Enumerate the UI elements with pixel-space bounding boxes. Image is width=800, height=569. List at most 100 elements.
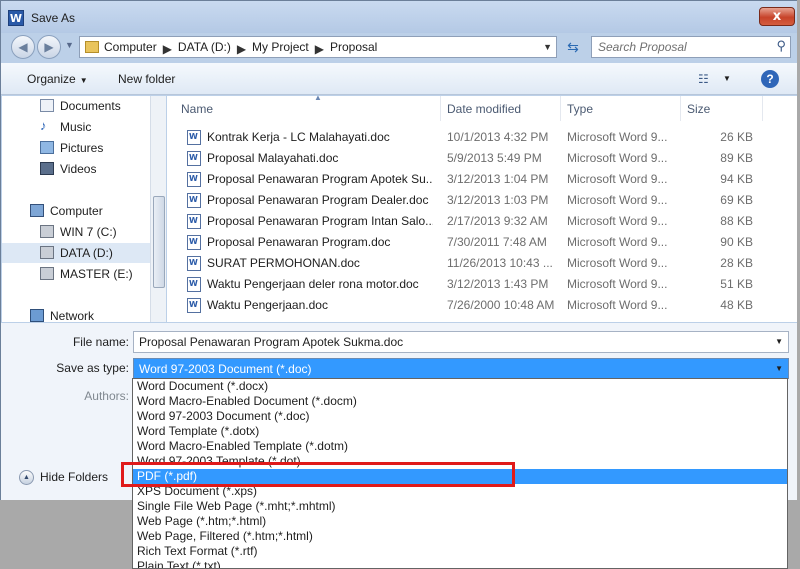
navigation-pane: Documents ♪ Music Pictures Videos Comput… bbox=[2, 96, 150, 322]
file-size: 28 KB bbox=[720, 256, 753, 270]
arrow-left-icon: ◀ bbox=[18, 40, 28, 54]
search-icon[interactable]: ⚲ bbox=[776, 38, 786, 54]
forward-button[interactable]: ▶ bbox=[37, 35, 61, 59]
file-row[interactable]: Waktu Pengerjaan deler rona motor.doc 3/… bbox=[167, 274, 799, 295]
file-row[interactable]: Proposal Malayahati.doc 5/9/2013 5:49 PM… bbox=[167, 148, 799, 169]
type-option[interactable]: Word Template (*.dotx) bbox=[133, 424, 787, 439]
back-button[interactable]: ◀ bbox=[11, 35, 35, 59]
address-bar[interactable]: Computer ▶ DATA (D:) ▶ My Project ▶ Prop… bbox=[79, 36, 557, 58]
nav-item-data-d[interactable]: DATA (D:) bbox=[2, 243, 150, 263]
file-type: Microsoft Word 9... bbox=[567, 151, 668, 165]
nav-item-label: Videos bbox=[60, 162, 97, 176]
column-header-label: Date modified bbox=[447, 102, 522, 116]
file-row[interactable]: Kontrak Kerja - LC Malahayati.doc 10/1/2… bbox=[167, 127, 799, 148]
breadcrumb-my-project[interactable]: My Project bbox=[252, 40, 309, 56]
change-view-icon[interactable]: ☷ bbox=[698, 72, 709, 86]
save-as-type-value: Word 97-2003 Document (*.doc) bbox=[139, 362, 312, 376]
column-header-size[interactable]: Size bbox=[681, 96, 763, 121]
word-document-icon bbox=[187, 256, 201, 271]
chevron-right-icon[interactable]: ▶ bbox=[315, 40, 324, 56]
organize-button[interactable]: Organize ▼ bbox=[27, 72, 88, 86]
nav-item-music[interactable]: ♪ Music bbox=[2, 117, 150, 137]
nav-item-master-e[interactable]: MASTER (E:) bbox=[2, 264, 150, 284]
word-document-icon bbox=[187, 151, 201, 166]
word-document-icon bbox=[187, 130, 201, 145]
file-name-combobox[interactable]: ▼ bbox=[133, 331, 789, 353]
word-document-icon bbox=[187, 193, 201, 208]
nav-item-computer[interactable]: Computer bbox=[2, 201, 150, 221]
file-size: 94 KB bbox=[720, 172, 753, 186]
file-row[interactable]: Proposal Penawaran Program Apotek Su... … bbox=[167, 169, 799, 190]
file-type: Microsoft Word 9... bbox=[567, 298, 668, 312]
file-name: Waktu Pengerjaan deler rona motor.doc bbox=[207, 277, 419, 291]
column-header-label: Type bbox=[567, 102, 594, 116]
title-bar[interactable]: W Save As x bbox=[1, 1, 799, 33]
nav-item-win7-c[interactable]: WIN 7 (C:) bbox=[2, 222, 150, 242]
pictures-icon bbox=[40, 141, 54, 154]
nav-item-videos[interactable]: Videos bbox=[2, 159, 150, 179]
file-row[interactable]: Waktu Pengerjaan.doc 7/26/2000 10:48 AM … bbox=[167, 295, 799, 316]
type-option[interactable]: Word Document (*.docx) bbox=[133, 379, 787, 394]
file-date: 11/26/2013 10:43 ... bbox=[447, 256, 553, 270]
type-option[interactable]: Web Page, Filtered (*.htm;*.html) bbox=[133, 529, 787, 544]
scrollbar-thumb[interactable] bbox=[153, 196, 165, 288]
type-option[interactable]: Rich Text Format (*.rtf) bbox=[133, 544, 787, 559]
help-button[interactable]: ? bbox=[761, 70, 779, 88]
file-size: 90 KB bbox=[720, 235, 753, 249]
type-option[interactable]: Single File Web Page (*.mht;*.mhtml) bbox=[133, 499, 787, 514]
file-name: Proposal Penawaran Program Apotek Su... bbox=[207, 172, 433, 186]
chevron-right-icon[interactable]: ▶ bbox=[237, 40, 246, 56]
chevron-right-icon[interactable]: ▶ bbox=[163, 40, 172, 56]
type-option[interactable]: Word Macro-Enabled Document (*.docm) bbox=[133, 394, 787, 409]
word-document-icon bbox=[187, 172, 201, 187]
navigation-scrollbar[interactable] bbox=[150, 96, 166, 322]
recent-pages-dropdown[interactable]: ▼ bbox=[65, 40, 74, 50]
chevron-down-icon[interactable]: ▼ bbox=[775, 337, 783, 346]
file-row[interactable]: Proposal Penawaran Program.doc 7/30/2011… bbox=[167, 232, 799, 253]
type-option[interactable]: Plain Text (*.txt) bbox=[133, 559, 787, 568]
file-name: Kontrak Kerja - LC Malahayati.doc bbox=[207, 130, 390, 144]
command-toolbar: Organize ▼ New folder ☷ ▼ ? bbox=[1, 63, 799, 95]
search-box[interactable]: ⚲ bbox=[591, 36, 791, 58]
type-option[interactable]: Web Page (*.htm;*.html) bbox=[133, 514, 787, 529]
hide-folders-button[interactable]: ▲ Hide Folders bbox=[19, 469, 108, 485]
nav-item-label: WIN 7 (C:) bbox=[60, 225, 117, 239]
refresh-icon: ⇆ bbox=[567, 39, 579, 55]
type-option[interactable]: Word Macro-Enabled Template (*.dotm) bbox=[133, 439, 787, 454]
column-header-date[interactable]: Date modified bbox=[441, 96, 561, 121]
file-row[interactable]: Proposal Penawaran Program Intan Salo...… bbox=[167, 211, 799, 232]
word-document-icon bbox=[187, 298, 201, 313]
breadcrumb-computer[interactable]: Computer bbox=[104, 40, 157, 56]
nav-item-label: Pictures bbox=[60, 141, 104, 155]
type-option[interactable]: Word 97-2003 Document (*.doc) bbox=[133, 409, 787, 424]
refresh-button[interactable]: ⇆ bbox=[561, 36, 585, 58]
drive-icon bbox=[40, 267, 54, 280]
column-header-name[interactable]: Name ▲ bbox=[175, 93, 441, 121]
breadcrumb-proposal[interactable]: Proposal bbox=[330, 40, 377, 56]
chevron-down-icon[interactable]: ▼ bbox=[775, 364, 783, 373]
drive-icon bbox=[40, 246, 54, 259]
file-date: 3/12/2013 1:04 PM bbox=[447, 172, 549, 186]
word-document-icon bbox=[187, 235, 201, 250]
breadcrumb-data-drive[interactable]: DATA (D:) bbox=[178, 40, 231, 56]
address-dropdown-icon[interactable]: ▼ bbox=[543, 42, 552, 52]
nav-item-pictures[interactable]: Pictures bbox=[2, 138, 150, 158]
file-row[interactable]: SURAT PERMOHONAN.doc 11/26/2013 10:43 ..… bbox=[167, 253, 799, 274]
nav-item-network[interactable]: Network bbox=[2, 306, 150, 322]
file-name-input[interactable] bbox=[134, 332, 754, 352]
search-input[interactable] bbox=[592, 37, 762, 57]
file-row[interactable]: Proposal Penawaran Program Dealer.doc 3/… bbox=[167, 190, 799, 211]
save-as-type-select[interactable]: Word 97-2003 Document (*.doc) ▼ bbox=[133, 358, 789, 379]
view-options-dropdown-icon[interactable]: ▼ bbox=[723, 74, 731, 83]
file-name: Proposal Penawaran Program Dealer.doc bbox=[207, 193, 429, 207]
file-type: Microsoft Word 9... bbox=[567, 193, 668, 207]
word-app-icon: W bbox=[8, 10, 24, 26]
close-button[interactable]: x bbox=[759, 7, 795, 26]
chevron-down-icon: ▼ bbox=[79, 76, 88, 85]
folder-icon bbox=[85, 41, 99, 53]
computer-icon bbox=[30, 204, 44, 217]
nav-item-documents[interactable]: Documents bbox=[2, 96, 150, 116]
drive-icon bbox=[40, 225, 54, 238]
column-header-type[interactable]: Type bbox=[561, 96, 681, 121]
new-folder-button[interactable]: New folder bbox=[118, 72, 175, 86]
